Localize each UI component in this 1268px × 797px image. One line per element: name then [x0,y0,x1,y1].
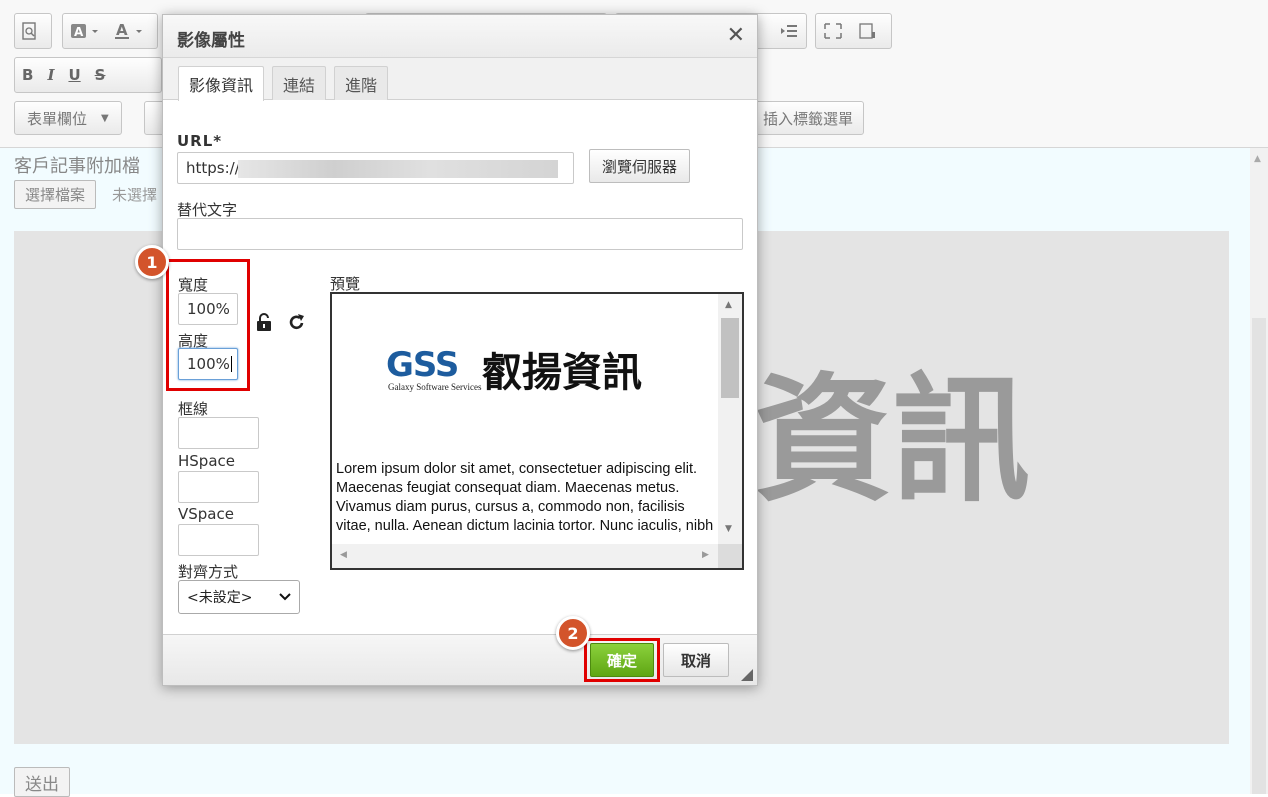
svg-text:A: A [116,22,128,39]
preview-pane: GSS Galaxy Software Services 叡揚資訊 Lorem … [330,292,744,570]
scroll-left-icon[interactable]: ◀ [340,550,347,560]
cancel-button[interactable]: 取消 [663,643,729,677]
choose-file-button[interactable]: 選擇檔案 [14,180,97,209]
vspace-input[interactable] [178,524,259,556]
scroll-up-icon[interactable]: ▲ [1254,154,1261,164]
attach-label: 客戶記事附加檔 [14,156,140,177]
align-select[interactable]: <未設定> [178,580,300,614]
lock-ratio-icon[interactable] [256,312,272,332]
scroll-corner [718,544,742,568]
dialog-title: 影像屬性 [177,31,245,51]
highlight-box-ok [584,638,660,682]
no-file-text: 未選擇 [112,186,158,204]
bg-color-icon[interactable]: A [107,14,151,48]
show-blocks-icon[interactable] [850,14,884,48]
maximize-icon[interactable] [816,14,850,48]
logo-mark: GSS [386,345,458,385]
chevron-down-icon: ▼ [101,112,109,124]
svg-text:A: A [74,25,84,39]
highlight-box-size [166,259,250,391]
dialog-footer: 確定 2 取消 [163,616,757,685]
logo-subtitle: Galaxy Software Services [388,382,482,392]
preview-hscroll[interactable]: ◀ ▶ [332,544,720,568]
hspace-label: HSpace [178,452,235,470]
url-label: URL* [177,132,223,150]
outdent-icon[interactable] [772,14,806,48]
italic-button[interactable]: I [40,58,61,92]
preview-icon [15,14,45,48]
close-icon[interactable]: ✕ [727,23,745,48]
tab-link[interactable]: 連結 [272,66,327,100]
hspace-input[interactable] [178,471,259,503]
step-badge-2: 2 [556,616,590,650]
alt-text-input[interactable] [177,218,743,250]
url-value: https:// [186,159,240,177]
align-label: 對齊方式 [178,563,239,581]
text-color-icon[interactable]: A [63,14,107,48]
preview-vscroll-thumb[interactable] [721,318,739,398]
form-field-label: 表單欄位 [27,109,88,128]
submit-button[interactable]: 送出 [14,767,70,797]
dialog-tabs: 影像資訊 連結 進階 [163,58,757,101]
border-label: 框線 [178,400,209,418]
preview-button[interactable] [14,13,52,49]
editor-scrollbar[interactable]: ▲ [1250,148,1268,794]
view-group [815,13,892,49]
url-redacted [238,160,558,178]
step-badge-1: 1 [135,245,169,279]
border-input[interactable] [178,417,259,449]
image-properties-dialog: 影像屬性 ✕ 影像資訊 連結 進階 URL* https:// 瀏覽伺服器 替代… [135,14,758,686]
underline-button[interactable]: U [61,58,87,92]
strike-button[interactable]: S [88,58,113,92]
scroll-right-icon[interactable]: ▶ [702,550,709,560]
alt-text-label: 替代文字 [177,201,238,219]
chevron-down-icon [279,593,291,601]
scrollbar-thumb[interactable] [1252,318,1266,794]
url-input[interactable]: https:// [177,152,574,184]
reset-size-icon[interactable] [288,312,306,332]
basic-style-group: B I U S [14,57,162,93]
preview-label: 預覽 [330,275,361,293]
preview-vscroll[interactable]: ▲ ▼ [718,294,742,544]
tab-image-info[interactable]: 影像資訊 [178,66,265,101]
align-value: <未設定> [187,590,253,606]
dialog-title-bar[interactable]: 影像屬性 ✕ [163,15,757,58]
image-logo-text: 資訊 [754,358,1031,521]
scroll-down-icon[interactable]: ▼ [725,524,732,534]
gss-logo-image: GSS Galaxy Software Services 叡揚資訊 [386,345,642,396]
form-field-combo[interactable]: 表單欄位 ▼ [14,101,122,135]
preview-lorem-text: Lorem ipsum dolor sit amet, consectetuer… [336,461,714,534]
insert-tag-label: 插入標籤選單 [763,109,854,128]
resize-grip-icon[interactable] [741,669,753,681]
color-buttons-group: A A [62,13,158,49]
tab-advanced[interactable]: 進階 [334,66,389,100]
bold-button[interactable]: B [15,58,40,92]
scroll-up-icon[interactable]: ▲ [725,300,732,310]
vspace-label: VSpace [178,505,234,523]
logo-chinese: 叡揚資訊 [482,349,642,396]
browse-server-button[interactable]: 瀏覽伺服器 [589,149,691,183]
insert-tag-combo[interactable]: 插入標籤選單 [748,101,865,135]
